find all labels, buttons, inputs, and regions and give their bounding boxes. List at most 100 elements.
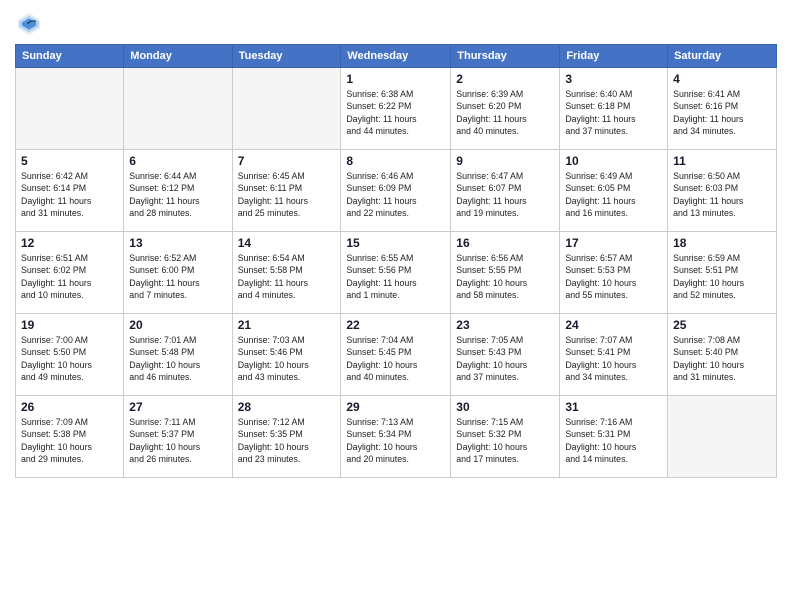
day-cell-12: 12 Sunrise: 6:51 AM Sunset: 6:02 PM Dayli… [16,232,124,314]
day-number: 16 [456,236,554,250]
day-number: 13 [129,236,226,250]
empty-cell [124,68,232,150]
day-cell-28: 28 Sunrise: 7:12 AM Sunset: 5:35 PM Dayli… [232,396,341,478]
day-info: Sunrise: 7:08 AM Sunset: 5:40 PM Dayligh… [673,334,771,383]
weekday-header-tuesday: Tuesday [232,45,341,68]
day-number: 3 [565,72,662,86]
day-cell-11: 11 Sunrise: 6:50 AM Sunset: 6:03 PM Dayli… [668,150,777,232]
logo-icon [15,10,43,38]
weekday-header-row: SundayMondayTuesdayWednesdayThursdayFrid… [16,45,777,68]
day-info: Sunrise: 7:03 AM Sunset: 5:46 PM Dayligh… [238,334,336,383]
day-number: 14 [238,236,336,250]
day-info: Sunrise: 6:44 AM Sunset: 6:12 PM Dayligh… [129,170,226,219]
day-number: 12 [21,236,118,250]
day-info: Sunrise: 6:41 AM Sunset: 6:16 PM Dayligh… [673,88,771,137]
week-row-5: 26 Sunrise: 7:09 AM Sunset: 5:38 PM Dayli… [16,396,777,478]
day-number: 6 [129,154,226,168]
day-info: Sunrise: 6:57 AM Sunset: 5:53 PM Dayligh… [565,252,662,301]
day-cell-15: 15 Sunrise: 6:55 AM Sunset: 5:56 PM Dayli… [341,232,451,314]
day-info: Sunrise: 6:38 AM Sunset: 6:22 PM Dayligh… [346,88,445,137]
day-number: 11 [673,154,771,168]
day-number: 2 [456,72,554,86]
day-number: 8 [346,154,445,168]
day-number: 21 [238,318,336,332]
day-number: 30 [456,400,554,414]
day-cell-4: 4 Sunrise: 6:41 AM Sunset: 6:16 PM Daylig… [668,68,777,150]
week-row-2: 5Sunrise: 6:42 AM Sunset: 6:14 PM Daylig… [16,150,777,232]
day-cell-21: 21 Sunrise: 7:03 AM Sunset: 5:46 PM Dayli… [232,314,341,396]
day-cell-29: 29Sunrise: 7:13 AM Sunset: 5:34 PM Dayli… [341,396,451,478]
day-number: 28 [238,400,336,414]
day-cell-13: 13Sunrise: 6:52 AM Sunset: 6:00 PM Dayli… [124,232,232,314]
day-number: 31 [565,400,662,414]
day-cell-31: 31 Sunrise: 7:16 AM Sunset: 5:31 PM Dayli… [560,396,668,478]
logo [15,10,47,38]
empty-cell [16,68,124,150]
day-number: 26 [21,400,118,414]
day-cell-27: 27 Sunrise: 7:11 AM Sunset: 5:37 PM Dayli… [124,396,232,478]
header [15,10,777,38]
day-info: Sunrise: 6:55 AM Sunset: 5:56 PM Dayligh… [346,252,445,301]
day-cell-16: 16 Sunrise: 6:56 AM Sunset: 5:55 PM Dayli… [451,232,560,314]
day-cell-7: 7 Sunrise: 6:45 AM Sunset: 6:11 PM Daylig… [232,150,341,232]
page: SundayMondayTuesdayWednesdayThursdayFrid… [0,0,792,488]
day-cell-18: 18Sunrise: 6:59 AM Sunset: 5:51 PM Dayli… [668,232,777,314]
day-number: 19 [21,318,118,332]
day-number: 15 [346,236,445,250]
day-info: Sunrise: 6:40 AM Sunset: 6:18 PM Dayligh… [565,88,662,137]
day-info: Sunrise: 7:09 AM Sunset: 5:38 PM Dayligh… [21,416,118,465]
calendar: SundayMondayTuesdayWednesdayThursdayFrid… [15,44,777,478]
day-cell-22: 22Sunrise: 7:04 AM Sunset: 5:45 PM Dayli… [341,314,451,396]
day-cell-2: 2 Sunrise: 6:39 AM Sunset: 6:20 PM Daylig… [451,68,560,150]
day-info: Sunrise: 7:16 AM Sunset: 5:31 PM Dayligh… [565,416,662,465]
day-number: 22 [346,318,445,332]
weekday-header-thursday: Thursday [451,45,560,68]
day-number: 29 [346,400,445,414]
week-row-1: 1 Sunrise: 6:38 AM Sunset: 6:22 PM Daylig… [16,68,777,150]
day-info: Sunrise: 6:56 AM Sunset: 5:55 PM Dayligh… [456,252,554,301]
day-cell-9: 9Sunrise: 6:47 AM Sunset: 6:07 PM Daylig… [451,150,560,232]
day-cell-19: 19Sunrise: 7:00 AM Sunset: 5:50 PM Dayli… [16,314,124,396]
day-info: Sunrise: 6:39 AM Sunset: 6:20 PM Dayligh… [456,88,554,137]
day-number: 27 [129,400,226,414]
day-info: Sunrise: 6:42 AM Sunset: 6:14 PM Dayligh… [21,170,118,219]
day-number: 25 [673,318,771,332]
day-number: 18 [673,236,771,250]
day-number: 7 [238,154,336,168]
day-cell-20: 20 Sunrise: 7:01 AM Sunset: 5:48 PM Dayli… [124,314,232,396]
day-info: Sunrise: 6:50 AM Sunset: 6:03 PM Dayligh… [673,170,771,219]
day-number: 4 [673,72,771,86]
day-cell-3: 3 Sunrise: 6:40 AM Sunset: 6:18 PM Daylig… [560,68,668,150]
day-cell-10: 10 Sunrise: 6:49 AM Sunset: 6:05 PM Dayli… [560,150,668,232]
day-info: Sunrise: 7:11 AM Sunset: 5:37 PM Dayligh… [129,416,226,465]
day-info: Sunrise: 7:01 AM Sunset: 5:48 PM Dayligh… [129,334,226,383]
weekday-header-saturday: Saturday [668,45,777,68]
day-number: 1 [346,72,445,86]
day-number: 17 [565,236,662,250]
day-cell-1: 1 Sunrise: 6:38 AM Sunset: 6:22 PM Daylig… [341,68,451,150]
day-cell-5: 5Sunrise: 6:42 AM Sunset: 6:14 PM Daylig… [16,150,124,232]
weekday-header-monday: Monday [124,45,232,68]
empty-cell [232,68,341,150]
day-info: Sunrise: 7:05 AM Sunset: 5:43 PM Dayligh… [456,334,554,383]
day-number: 23 [456,318,554,332]
day-cell-23: 23 Sunrise: 7:05 AM Sunset: 5:43 PM Dayli… [451,314,560,396]
day-cell-30: 30 Sunrise: 7:15 AM Sunset: 5:32 PM Dayli… [451,396,560,478]
day-number: 10 [565,154,662,168]
day-cell-17: 17 Sunrise: 6:57 AM Sunset: 5:53 PM Dayli… [560,232,668,314]
day-cell-24: 24Sunrise: 7:07 AM Sunset: 5:41 PM Dayli… [560,314,668,396]
day-info: Sunrise: 6:46 AM Sunset: 6:09 PM Dayligh… [346,170,445,219]
day-cell-8: 8 Sunrise: 6:46 AM Sunset: 6:09 PM Daylig… [341,150,451,232]
day-info: Sunrise: 6:45 AM Sunset: 6:11 PM Dayligh… [238,170,336,219]
weekday-header-sunday: Sunday [16,45,124,68]
weekday-header-wednesday: Wednesday [341,45,451,68]
day-info: Sunrise: 6:47 AM Sunset: 6:07 PM Dayligh… [456,170,554,219]
day-info: Sunrise: 7:12 AM Sunset: 5:35 PM Dayligh… [238,416,336,465]
empty-cell [668,396,777,478]
day-info: Sunrise: 6:49 AM Sunset: 6:05 PM Dayligh… [565,170,662,219]
day-number: 24 [565,318,662,332]
day-info: Sunrise: 7:15 AM Sunset: 5:32 PM Dayligh… [456,416,554,465]
day-number: 20 [129,318,226,332]
weekday-header-friday: Friday [560,45,668,68]
day-info: Sunrise: 6:51 AM Sunset: 6:02 PM Dayligh… [21,252,118,301]
